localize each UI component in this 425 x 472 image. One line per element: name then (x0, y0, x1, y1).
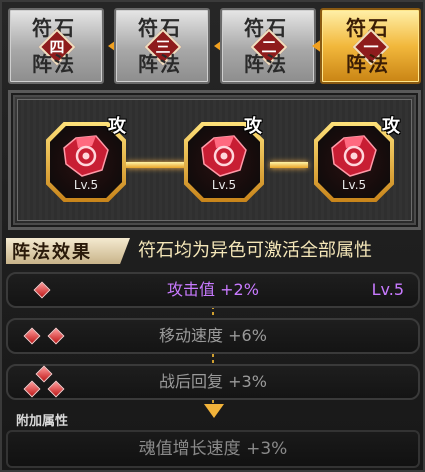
attribute-label: 战后回复 +3% (159, 372, 267, 391)
tab-bottom-label: 阵法 (346, 52, 390, 76)
red-rune-gem-icon (63, 135, 109, 177)
rune-level: Lv.5 (73, 178, 99, 192)
rune-slot-backdrop: Lv.5 攻 Lv.5 攻 Lv.5 攻 (17, 99, 412, 221)
rune-connector-line (270, 162, 308, 168)
attribute-label: 攻击值 +2% (167, 280, 259, 299)
formation-effect-description: 符石均为异色可激活全部属性 (138, 240, 372, 261)
attribute-level: Lv.5 (371, 280, 404, 299)
tab-bottom-label: 阵法 (138, 52, 182, 76)
rune-level: Lv.5 (341, 178, 367, 192)
red-rune-gem-icon (201, 135, 247, 177)
formation-effect-header: 阵法效果 符石均为异色可激活全部属性 (6, 236, 423, 266)
extra-attribute-label: 附加属性 (16, 414, 69, 429)
formation-tabs: 符石 四 阵法 符石 三 阵法 符石 二 阵法 符石 一 阵法 (8, 8, 421, 86)
attribute-label: 移动速度 +6% (159, 326, 267, 345)
tab-formation-4[interactable]: 符石 四 阵法 (8, 8, 104, 84)
down-arrow-icon (204, 404, 224, 418)
tab-bottom-label: 阵法 (32, 52, 76, 76)
tab-formation-3[interactable]: 符石 三 阵法 (114, 8, 210, 84)
extra-attribute-row[interactable]: 魂值增长速度 +3% (6, 430, 420, 468)
formation-effect-tag-label: 阵法效果 (12, 242, 92, 263)
rune-connector-line (126, 162, 192, 168)
attack-type-tag: 攻 (244, 116, 262, 137)
tab-formation-2[interactable]: 符石 二 阵法 (220, 8, 316, 84)
attack-type-tag: 攻 (382, 116, 400, 137)
tab-formation-1[interactable]: 符石 一 阵法 (320, 8, 421, 84)
rune-slot-frame: Lv.5 攻 Lv.5 攻 Lv.5 攻 (8, 90, 421, 230)
tab-bottom-label: 阵法 (244, 52, 288, 76)
red-rune-gem-icon (331, 135, 377, 177)
rune-level: Lv.5 (211, 178, 237, 192)
rune-formation-panel: 符石 四 阵法 符石 三 阵法 符石 二 阵法 符石 一 阵法 Lv.5 攻 L… (0, 0, 425, 472)
attack-type-tag: 攻 (108, 116, 126, 137)
attribute-row-move-speed[interactable]: 移动速度 +6% (6, 318, 420, 354)
extra-attribute-value: 魂值增长速度 +3% (138, 439, 288, 459)
attribute-row-recovery[interactable]: 战后回复 +3% (6, 364, 420, 400)
attribute-row-attack[interactable]: 攻击值 +2% Lv.5 (6, 272, 420, 308)
formation-effect-tag: 阵法效果 (6, 238, 130, 264)
